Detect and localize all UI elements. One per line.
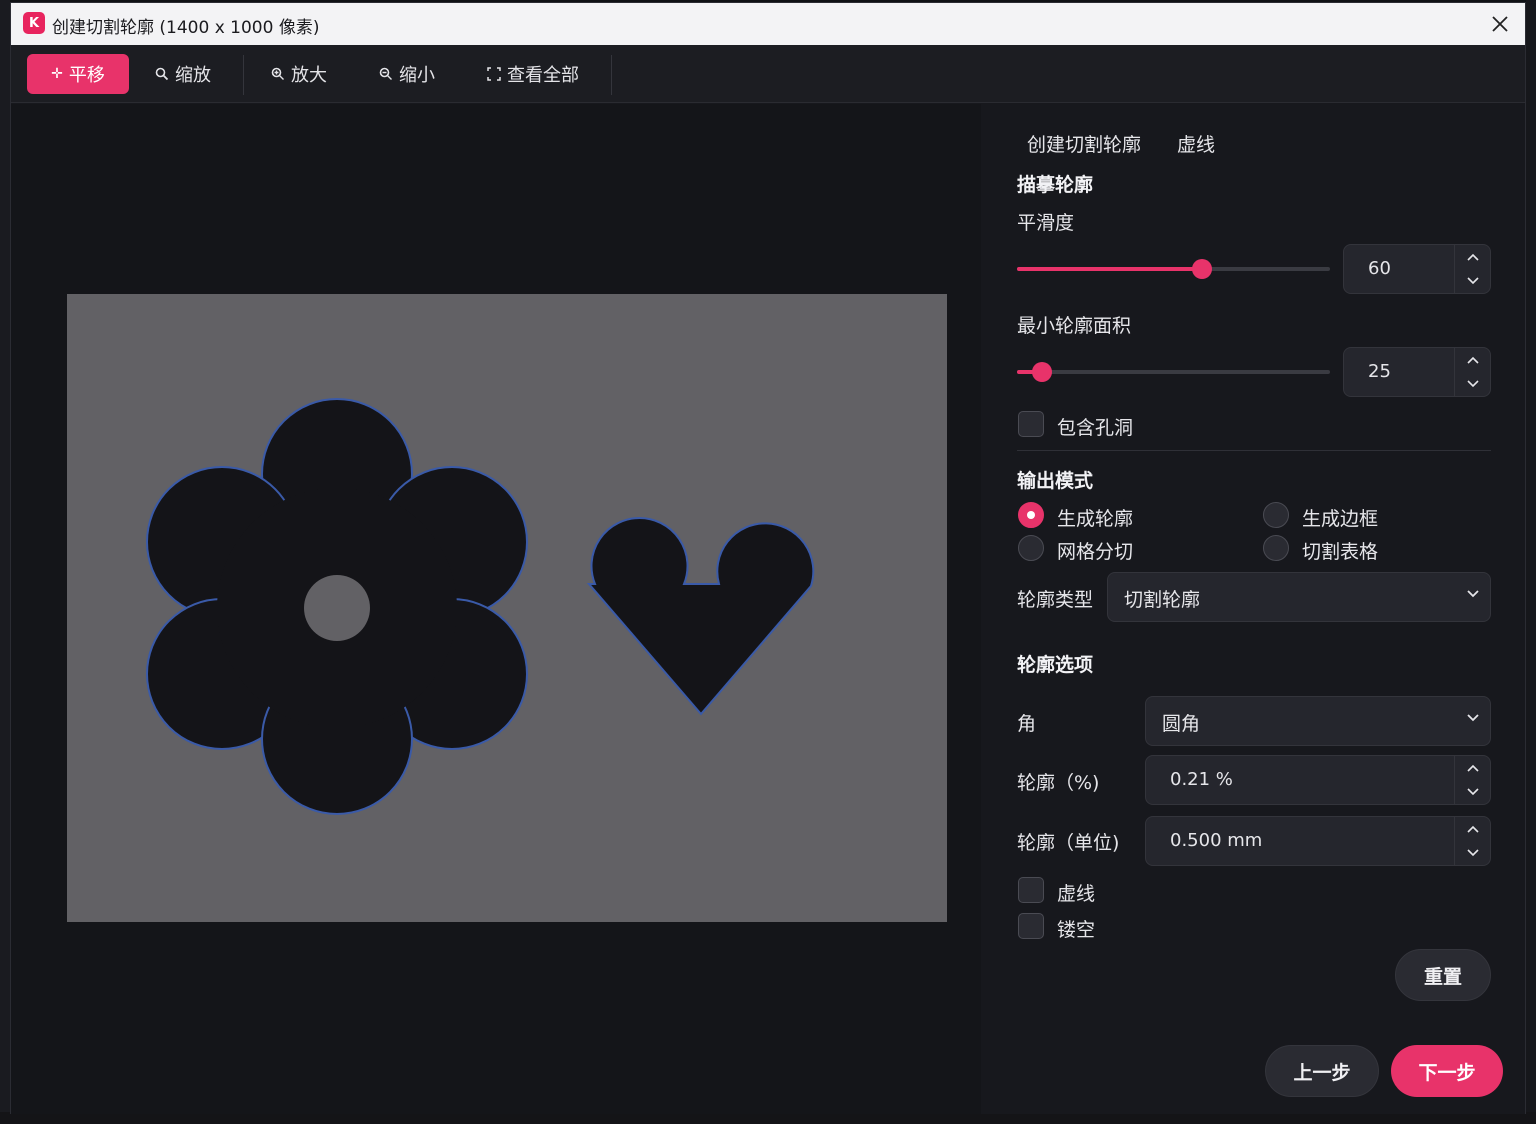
contour-type-label: 轮廓类型 bbox=[1017, 589, 1094, 611]
contour-percent-value: 0.21 % bbox=[1170, 769, 1233, 790]
stepper-arrows bbox=[1454, 348, 1490, 396]
chevron-up-icon bbox=[1467, 764, 1479, 772]
chevron-down-icon bbox=[1467, 380, 1479, 388]
stepper-down-button[interactable] bbox=[1455, 269, 1491, 293]
close-button[interactable] bbox=[1483, 7, 1517, 41]
radio-cut-table[interactable] bbox=[1263, 535, 1289, 561]
stepper-up-button[interactable] bbox=[1455, 756, 1491, 780]
radio-grid-split[interactable] bbox=[1018, 535, 1044, 561]
move-icon: ✛ bbox=[51, 66, 63, 82]
tab-dashed[interactable]: 虚线 bbox=[1177, 130, 1215, 157]
contour-type-value: 切割轮廓 bbox=[1124, 589, 1201, 611]
radio-generate-border[interactable] bbox=[1263, 502, 1289, 528]
next-step-button[interactable]: 下一步 bbox=[1391, 1045, 1503, 1097]
magnifier-icon bbox=[155, 67, 169, 81]
radio-cut-table-label: 切割表格 bbox=[1302, 541, 1379, 563]
smoothness-slider-thumb[interactable] bbox=[1191, 259, 1212, 279]
chevron-down-icon bbox=[1467, 714, 1479, 722]
corner-label: 角 bbox=[1017, 713, 1037, 735]
hollow-checkbox[interactable] bbox=[1018, 913, 1044, 939]
min-area-stepper[interactable]: 25 bbox=[1343, 347, 1491, 397]
tab-create-contour[interactable]: 创建切割轮廓 bbox=[1027, 130, 1141, 157]
contour-percent-label: 轮廓（%) bbox=[1017, 772, 1100, 794]
hollow-label: 镂空 bbox=[1057, 919, 1096, 941]
title-bar: K 创建切割轮廓 (1400 x 1000 像素) bbox=[11, 3, 1525, 45]
output-mode-heading: 输出模式 bbox=[1017, 470, 1094, 492]
trace-heading: 描摹轮廓 bbox=[1017, 174, 1094, 196]
chevron-up-icon bbox=[1467, 825, 1479, 833]
section-divider bbox=[1017, 450, 1491, 451]
pan-button[interactable]: ✛ 平移 bbox=[27, 54, 129, 94]
chevron-up-icon bbox=[1467, 356, 1479, 364]
chevron-up-icon bbox=[1467, 253, 1479, 261]
chevron-down-icon bbox=[1467, 788, 1479, 796]
radio-generate-border-label: 生成边框 bbox=[1302, 508, 1379, 530]
pan-label: 平移 bbox=[68, 65, 105, 86]
settings-panel: 创建切割轮廓 虚线 描摹轮廓 平滑度 60 最小轮廓面积 25 包含孔洞 输出模… bbox=[981, 104, 1525, 1114]
smoothness-slider[interactable] bbox=[1017, 259, 1330, 279]
stepper-down-button[interactable] bbox=[1455, 372, 1491, 396]
stepper-down-button[interactable] bbox=[1455, 841, 1491, 865]
background-window-right bbox=[1526, 0, 1536, 1124]
zoom-label: 缩放 bbox=[175, 65, 211, 86]
chevron-down-icon bbox=[1467, 849, 1479, 857]
stepper-arrows bbox=[1454, 245, 1490, 293]
include-holes-checkbox[interactable] bbox=[1018, 411, 1044, 437]
stepper-arrows bbox=[1454, 817, 1490, 865]
min-area-value: 25 bbox=[1368, 361, 1391, 382]
chevron-down-icon bbox=[1467, 277, 1479, 285]
zoom-out-icon bbox=[379, 67, 392, 80]
zoom-in-label: 放大 bbox=[291, 65, 327, 86]
zoom-out-button[interactable]: 缩小 bbox=[369, 54, 445, 94]
dashed-label: 虚线 bbox=[1057, 883, 1096, 905]
toolbar-divider bbox=[611, 55, 612, 95]
app-logo-icon: K bbox=[23, 12, 45, 34]
flower-center-hole bbox=[304, 575, 370, 641]
fit-all-label: 查看全部 bbox=[507, 65, 579, 86]
chevron-down-icon bbox=[1467, 590, 1479, 598]
smoothness-stepper[interactable]: 60 bbox=[1343, 244, 1491, 294]
smoothness-value: 60 bbox=[1368, 258, 1391, 279]
toolbar-divider bbox=[243, 55, 244, 95]
stepper-up-button[interactable] bbox=[1455, 348, 1491, 372]
smoothness-label: 平滑度 bbox=[1017, 212, 1075, 234]
contour-unit-value: 0.500 mm bbox=[1170, 830, 1263, 851]
corner-value: 圆角 bbox=[1162, 713, 1201, 735]
fit-screen-icon bbox=[487, 67, 501, 81]
view-toolbar: ✛ 平移 缩放 放大 缩小 查看全部 bbox=[11, 45, 1525, 103]
reset-button[interactable]: 重置 bbox=[1395, 949, 1491, 1001]
window-title: 创建切割轮廓 (1400 x 1000 像素) bbox=[52, 18, 320, 38]
corner-select[interactable]: 圆角 bbox=[1145, 696, 1491, 746]
contour-unit-label: 轮廓（单位) bbox=[1017, 832, 1120, 854]
preview-canvas[interactable] bbox=[67, 294, 947, 922]
contour-percent-stepper[interactable]: 0.21 % bbox=[1145, 755, 1491, 805]
zoom-in-button[interactable]: 放大 bbox=[261, 54, 337, 94]
min-area-label: 最小轮廓面积 bbox=[1017, 315, 1132, 337]
zoom-button[interactable]: 缩放 bbox=[145, 54, 221, 94]
previous-step-button[interactable]: 上一步 bbox=[1265, 1045, 1379, 1097]
radio-grid-split-label: 网格分切 bbox=[1057, 541, 1134, 563]
radio-generate-contour[interactable] bbox=[1018, 502, 1044, 528]
stepper-up-button[interactable] bbox=[1455, 245, 1491, 269]
background-window-left bbox=[0, 0, 10, 1124]
fit-all-button[interactable]: 查看全部 bbox=[477, 54, 589, 94]
radio-generate-contour-label: 生成轮廓 bbox=[1057, 508, 1134, 530]
contour-unit-stepper[interactable]: 0.500 mm bbox=[1145, 816, 1491, 866]
include-holes-label: 包含孔洞 bbox=[1057, 417, 1134, 439]
dashed-checkbox[interactable] bbox=[1018, 877, 1044, 903]
contour-type-select[interactable]: 切割轮廓 bbox=[1107, 572, 1491, 622]
min-area-slider-thumb[interactable] bbox=[1032, 362, 1053, 382]
create-cut-contour-dialog: K 创建切割轮廓 (1400 x 1000 像素) ✛ 平移 缩放 放大 缩小 … bbox=[10, 2, 1526, 1114]
zoom-in-icon bbox=[271, 67, 284, 80]
contour-options-heading: 轮廓选项 bbox=[1017, 654, 1094, 676]
zoom-out-label: 缩小 bbox=[399, 65, 435, 86]
stepper-down-button[interactable] bbox=[1455, 780, 1491, 804]
stepper-arrows bbox=[1454, 756, 1490, 804]
min-area-slider[interactable] bbox=[1017, 362, 1330, 382]
close-icon bbox=[1492, 16, 1508, 32]
stepper-up-button[interactable] bbox=[1455, 817, 1491, 841]
preview-canvas-area[interactable] bbox=[11, 104, 981, 1114]
smoothness-slider-fill bbox=[1017, 267, 1202, 271]
